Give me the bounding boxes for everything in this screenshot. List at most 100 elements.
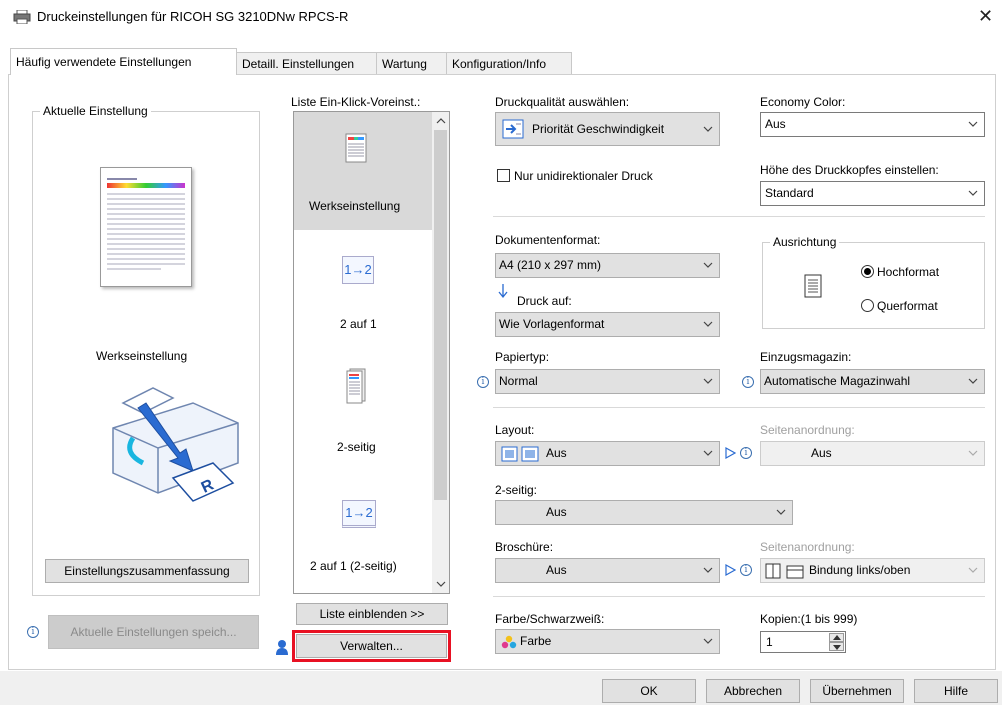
economy-color-select[interactable]: Aus [760, 112, 985, 137]
duplex-icon [346, 368, 366, 404]
preset-item-factory[interactable]: Werkseinstellung [293, 111, 431, 229]
chevron-down-icon [703, 450, 713, 456]
binding-icon [765, 563, 804, 579]
color-select[interactable]: Farbe [495, 629, 720, 654]
preset-item-label: 2-seitig [337, 440, 376, 454]
preset-item-label: 2 auf 1 [340, 317, 377, 331]
scroll-up-icon[interactable] [436, 118, 446, 124]
chevron-down-icon [703, 321, 713, 327]
page-order-label: Seitenanordnung: [760, 423, 855, 437]
separator [493, 407, 985, 408]
save-current-button[interactable]: Aktuelle Einstellungen speich... [48, 615, 259, 649]
copies-stepper[interactable]: 1 [760, 631, 846, 653]
summary-button[interactable]: Einstellungszusammenfassung [45, 559, 249, 583]
chevron-down-icon [968, 121, 978, 127]
landscape-radio[interactable] [861, 299, 874, 312]
preset-item-2up-duplex[interactable]: 1→2 2 auf 1 (2-seitig) [293, 490, 431, 585]
preset-list-label: Liste Ein-Klick-Voreinst.: [291, 95, 421, 109]
preset-item-duplex[interactable]: 2-seitig [293, 360, 431, 460]
unidirectional-label: Nur unidirektionaler Druck [514, 169, 653, 183]
2-up-icon: 1→2 [342, 256, 374, 284]
document-preview [100, 167, 192, 287]
tab-configuration[interactable]: Konfiguration/Info [446, 52, 572, 74]
printer-icon [13, 10, 31, 24]
speed-priority-icon [502, 119, 524, 139]
orientation-group [762, 242, 985, 329]
head-height-select[interactable]: Standard [760, 181, 985, 206]
preset-item-label: 2 auf 1 (2-seitig) [310, 559, 397, 573]
print-quality-label: Druckqualität auswählen: [495, 95, 630, 109]
tab-maintenance[interactable]: Wartung [376, 52, 447, 74]
separator [493, 596, 985, 597]
manage-button[interactable]: Verwalten... [296, 634, 447, 658]
cancel-button[interactable]: Abbrechen [706, 679, 800, 703]
preset-item-2up[interactable]: 1→2 2 auf 1 [293, 240, 431, 340]
tab-frequent-settings[interactable]: Häufig verwendete Einstellungen [10, 48, 237, 75]
doc-format-label: Dokumentenformat: [495, 233, 601, 247]
show-list-button[interactable]: Liste einblenden >> [296, 603, 448, 625]
scroll-down-icon[interactable] [436, 581, 446, 587]
preset-scrollbar-thumb[interactable] [434, 130, 447, 500]
head-height-label: Höhe des Druckkopfes einstellen: [760, 163, 939, 177]
doc-format-select[interactable]: A4 (210 x 297 mm) [495, 253, 720, 278]
portrait-label: Hochformat [877, 265, 940, 279]
booklet-label: Broschüre: [495, 540, 554, 554]
arrow-down-icon [498, 284, 508, 299]
layout-select[interactable]: Aus [495, 441, 720, 466]
color-dots-icon [501, 635, 517, 649]
play-arrow-icon [725, 447, 736, 459]
color-label: Farbe/Schwarzweiß: [495, 612, 605, 626]
info-icon: i [27, 626, 39, 638]
window-title: Druckeinstellungen für RICOH SG 3210DNw … [37, 9, 349, 24]
chevron-down-icon [703, 262, 713, 268]
2-up-duplex-icon: 1→2 [342, 500, 376, 528]
unidirectional-checkbox[interactable] [497, 169, 510, 182]
stepper-down-button[interactable] [829, 642, 844, 651]
paper-type-label: Papiertyp: [495, 350, 550, 364]
help-button[interactable]: Hilfe [914, 679, 998, 703]
chevron-down-icon [703, 638, 713, 644]
printer-illustration: R [112, 387, 239, 502]
page-order-binding-select[interactable]: Bindung links/oben [760, 558, 985, 583]
chevron-down-icon [776, 509, 786, 515]
booklet-select[interactable]: Aus [495, 558, 720, 583]
print-on-label: Druck auf: [517, 294, 572, 308]
info-icon: i [742, 376, 754, 388]
economy-color-label: Economy Color: [760, 95, 846, 109]
current-setting-title: Aktuelle Einstellung [40, 104, 151, 118]
title-bar: Druckeinstellungen für RICOH SG 3210DNw … [0, 0, 1002, 34]
chevron-down-icon [703, 378, 713, 384]
duplex-label: 2-seitig: [495, 483, 538, 497]
print-quality-select[interactable]: Priorität Geschwindigkeit [495, 112, 720, 146]
chevron-down-icon [703, 126, 713, 132]
triangle-down-icon [833, 645, 841, 650]
info-icon: i [477, 376, 489, 388]
tab-detailed-settings[interactable]: Detaill. Einstellungen [236, 52, 377, 74]
page-order-select[interactable]: Aus [760, 441, 985, 466]
chevron-down-icon [968, 378, 978, 384]
input-tray-select[interactable]: Automatische Magazinwahl [760, 369, 985, 394]
chevron-down-icon [968, 450, 978, 456]
close-icon[interactable]: ✕ [978, 6, 993, 27]
copies-value[interactable]: 1 [766, 635, 773, 649]
triangle-up-icon [833, 635, 841, 640]
info-icon: i [740, 564, 752, 576]
info-icon: i [740, 447, 752, 459]
chevron-down-icon [703, 567, 713, 573]
paper-type-select[interactable]: Normal [495, 369, 720, 394]
user-icon [276, 640, 288, 655]
orientation-title: Ausrichtung [770, 235, 840, 249]
portrait-radio[interactable] [861, 265, 874, 278]
input-tray-label: Einzugsmagazin: [760, 350, 852, 364]
apply-button[interactable]: Übernehmen [810, 679, 904, 703]
copies-label: Kopien:(1 bis 999) [760, 612, 858, 626]
layout-icon [501, 446, 539, 462]
play-arrow-icon [725, 564, 736, 576]
print-on-select[interactable]: Wie Vorlagenformat [495, 312, 720, 337]
portrait-page-icon [804, 274, 822, 298]
preset-item-label: Werkseinstellung [309, 199, 401, 213]
page-order-label: Seitenanordnung: [760, 540, 855, 554]
ok-button[interactable]: OK [602, 679, 696, 703]
duplex-select[interactable]: Aus [495, 500, 793, 525]
stepper-up-button[interactable] [829, 633, 844, 642]
